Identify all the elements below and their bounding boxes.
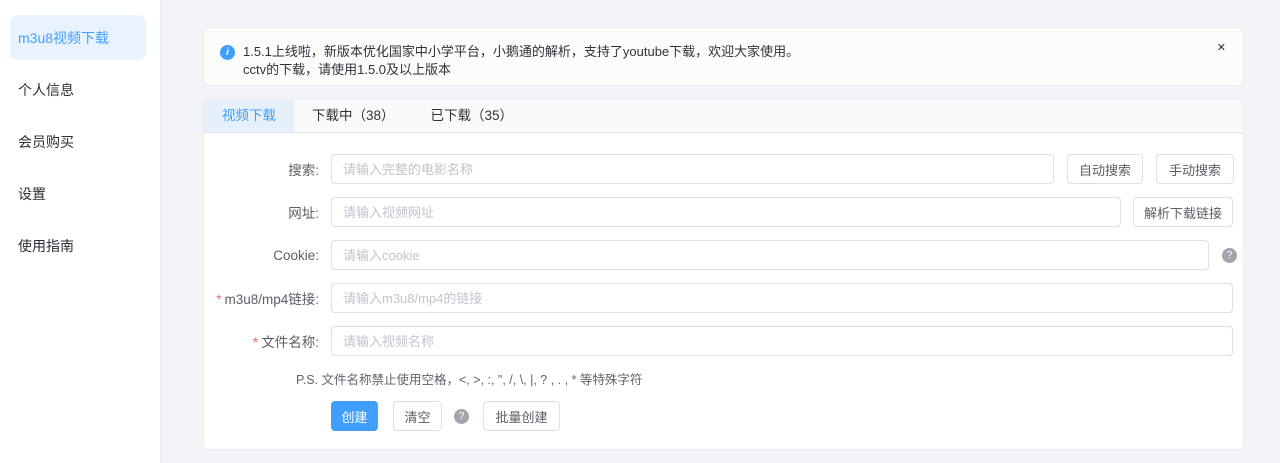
tab-bar: 视频下载 下载中（38） 已下载（35） bbox=[204, 100, 1243, 133]
create-button[interactable]: 创建 bbox=[331, 401, 378, 431]
sidebar-item-label: 使用指南 bbox=[18, 236, 74, 256]
auto-search-button[interactable]: 自动搜索 bbox=[1067, 154, 1143, 184]
sidebar-item-membership[interactable]: 会员购买 bbox=[10, 119, 146, 164]
clear-button[interactable]: 清空 bbox=[393, 401, 442, 431]
tab-video-download[interactable]: 视频下载 bbox=[204, 100, 294, 132]
filename-label: *文件名称: bbox=[204, 331, 331, 351]
cookie-label: Cookie: bbox=[204, 248, 331, 263]
filename-rules-note: P.S. 文件名称禁止使用空格，<, >, :, ", /, \, |, ? ,… bbox=[296, 369, 1243, 388]
sidebar-item-settings[interactable]: 设置 bbox=[10, 171, 146, 216]
manual-search-button[interactable]: 手动搜索 bbox=[1156, 154, 1234, 184]
alert-line-2: cctv的下载，请使用1.5.0及以上版本 bbox=[243, 61, 799, 79]
cookie-help-icon[interactable]: ? bbox=[1222, 248, 1237, 263]
create-help-icon[interactable]: ? bbox=[454, 409, 469, 424]
sidebar-item-label: 会员购买 bbox=[18, 132, 74, 152]
sidebar-item-personal-info[interactable]: 个人信息 bbox=[10, 67, 146, 112]
m3u8-link-label: *m3u8/mp4链接: bbox=[204, 288, 331, 308]
close-icon[interactable]: ✕ bbox=[1217, 41, 1226, 55]
sidebar-item-label: 个人信息 bbox=[18, 80, 74, 100]
sidebar-item-user-guide[interactable]: 使用指南 bbox=[10, 223, 146, 268]
download-card: 视频下载 下载中（38） 已下载（35） 搜索: 自动搜索 手动搜索 网址: 解… bbox=[203, 99, 1244, 450]
filename-input[interactable] bbox=[331, 326, 1233, 356]
url-input[interactable] bbox=[331, 197, 1121, 227]
required-asterisk: * bbox=[216, 292, 221, 307]
search-label: 搜索: bbox=[204, 159, 331, 179]
search-row: 搜索: 自动搜索 手动搜索 bbox=[204, 154, 1243, 184]
cookie-input[interactable] bbox=[331, 240, 1209, 270]
url-row: 网址: 解析下载链接 bbox=[204, 197, 1243, 227]
info-icon: i bbox=[220, 45, 235, 60]
app-window: m3u8视频下载 个人信息 会员购买 设置 使用指南 i 1.5.1上线啦，新版… bbox=[0, 0, 1280, 463]
cookie-row: Cookie: ? bbox=[204, 240, 1243, 270]
sidebar-item-label: m3u8视频下载 bbox=[18, 28, 109, 48]
tab-downloading[interactable]: 下载中（38） bbox=[294, 100, 413, 132]
sidebar: m3u8视频下载 个人信息 会员购买 设置 使用指南 bbox=[0, 0, 161, 463]
tab-downloaded[interactable]: 已下载（35） bbox=[413, 100, 532, 132]
required-asterisk: * bbox=[253, 335, 258, 350]
batch-create-button[interactable]: 批量创建 bbox=[483, 401, 560, 431]
url-label: 网址: bbox=[204, 202, 331, 222]
sidebar-item-m3u8-download[interactable]: m3u8视频下载 bbox=[10, 15, 146, 60]
filename-row: *文件名称: bbox=[204, 326, 1243, 356]
parse-link-button[interactable]: 解析下载链接 bbox=[1133, 197, 1233, 227]
m3u8-link-row: *m3u8/mp4链接: bbox=[204, 283, 1243, 313]
alert-text: 1.5.1上线啦，新版本优化国家中小学平台，小鹅通的解析，支持了youtube下… bbox=[243, 34, 799, 79]
filename-label-text: 文件名称: bbox=[261, 335, 319, 350]
search-input[interactable] bbox=[331, 154, 1054, 184]
download-form: 搜索: 自动搜索 手动搜索 网址: 解析下载链接 Cookie: ? *m3u8 bbox=[204, 133, 1243, 449]
m3u8-link-input[interactable] bbox=[331, 283, 1233, 313]
sidebar-item-label: 设置 bbox=[18, 184, 46, 204]
version-alert-banner: i 1.5.1上线啦，新版本优化国家中小学平台，小鹅通的解析，支持了youtub… bbox=[203, 27, 1244, 86]
main-content: i 1.5.1上线啦，新版本优化国家中小学平台，小鹅通的解析，支持了youtub… bbox=[161, 0, 1280, 463]
form-actions: 创建 清空 ? 批量创建 bbox=[204, 401, 1243, 431]
m3u8-label-text: m3u8/mp4链接: bbox=[224, 292, 319, 307]
alert-line-1: 1.5.1上线啦，新版本优化国家中小学平台，小鹅通的解析，支持了youtube下… bbox=[243, 43, 799, 61]
